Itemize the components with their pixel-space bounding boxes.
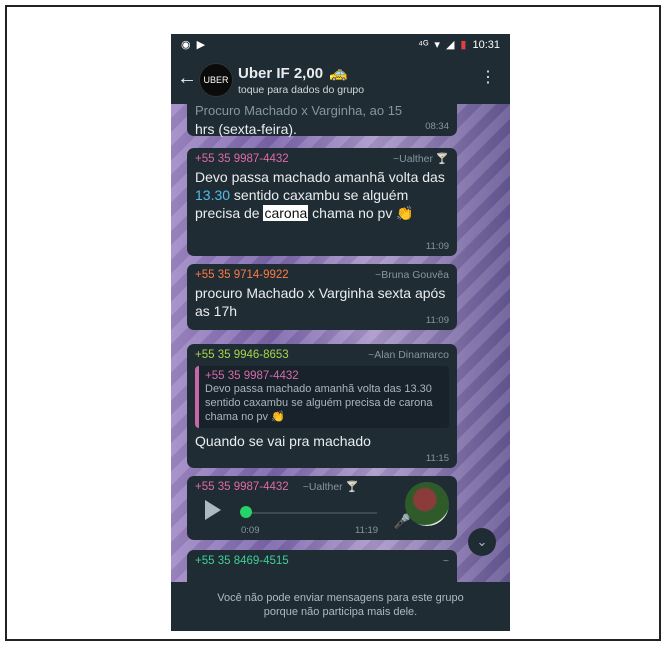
message-bubble[interactable]: +55 35 9987-4432 ~Ualther 🍸 Devo passa m… — [187, 148, 457, 256]
message-bubble[interactable]: +55 35 8469-4515 ~ — [187, 550, 457, 582]
notice-line-1: Você não pode enviar mensagens para este… — [217, 592, 464, 604]
taxi-emoji-icon: 🚕 — [329, 65, 348, 82]
text-part: Devo passa machado amanhã volta das — [195, 169, 445, 185]
chat-title[interactable]: Uber IF 2,00 🚕 — [238, 64, 348, 83]
message-sender[interactable]: +55 35 9987-4432 — [195, 480, 289, 494]
message-sender-row: +55 35 9714-9922 ~Bruna Gouvêa — [195, 268, 449, 282]
chat-area[interactable]: Procuro Machado x Varginha, ao 15 hrs (s… — [171, 104, 510, 582]
message-alias: ~Ualther 🍸 — [303, 480, 359, 494]
chat-subtitle[interactable]: toque para dados do grupo — [238, 84, 364, 96]
video-icon: ▶ — [196, 39, 206, 51]
wifi-icon: ▾ — [434, 39, 440, 51]
message-alias: ~Alan Dinamarco — [368, 349, 449, 361]
phone-screen: ◉ ▶ ⁴ᴳ ▾ ◢ ▮ 10:31 ← UBER Uber IF 2,00 🚕… — [171, 34, 510, 631]
audio-duration: 0:09 — [241, 525, 260, 536]
message-sender[interactable]: +55 35 9714-9922 — [195, 268, 289, 282]
play-icon[interactable] — [205, 500, 221, 520]
notice-line-2: porque não participa mais dele. — [263, 606, 418, 618]
signal-4g-icon: ⁴ᴳ — [418, 38, 429, 51]
message-text-top: Procuro Machado x Varginha, ao 15 — [195, 104, 403, 118]
avatar-text: UBER — [203, 75, 229, 85]
alias-text: ~Ualther — [393, 153, 433, 165]
message-sender-row: +55 35 8469-4515 ~ — [195, 554, 449, 568]
message-time: 11:15 — [425, 453, 449, 464]
message-sender[interactable]: +55 35 9946-8653 — [195, 348, 289, 362]
message-sender[interactable]: +55 35 8469-4515 — [195, 554, 289, 568]
message-text-body: hrs (sexta-feira). — [195, 121, 297, 137]
message-time: 11:09 — [425, 241, 449, 252]
message-alias: ~ — [442, 555, 449, 567]
back-arrow-icon[interactable]: ← — [177, 68, 197, 88]
message-time: 08:34 — [425, 121, 449, 132]
text-part: chama no pv — [308, 205, 397, 221]
voice-message-bubble[interactable]: +55 35 9987-4432 ~Ualther 🍸 0:09 11:19 🎤 — [187, 476, 457, 540]
message-sender[interactable]: +55 35 9987-4432 — [195, 152, 289, 166]
scroll-down-icon[interactable]: ⌄ — [468, 528, 496, 556]
message-sender-row: +55 35 9987-4432 ~Ualther 🍸 — [195, 152, 449, 166]
cell-signal-icon: ◢ — [445, 39, 455, 51]
message-bubble[interactable]: +55 35 9946-8653 ~Alan Dinamarco +55 35 … — [187, 344, 457, 468]
read-only-notice: Você não pode enviar mensagens para este… — [171, 582, 510, 631]
more-options-icon[interactable]: ⋮ — [480, 70, 496, 86]
notification-icon: ◉ — [181, 39, 191, 51]
alias-text: ~Ualther — [302, 481, 343, 493]
audio-progress-track[interactable] — [247, 512, 377, 514]
message-text: procuro Machado x Varginha sexta após as… — [195, 285, 446, 319]
battery-icon: ▮ — [460, 39, 467, 51]
chat-header[interactable]: ← UBER Uber IF 2,00 🚕 toque para dados d… — [171, 56, 510, 104]
chat-title-text: Uber IF 2,00 — [238, 64, 324, 82]
quoted-text: Devo passa machado amanhã volta das 13.3… — [205, 383, 433, 423]
message-text: Devo passa machado amanhã volta das 13.3… — [195, 168, 449, 222]
message-sender-row: +55 35 9946-8653 ~Alan Dinamarco — [195, 348, 449, 362]
group-avatar[interactable]: UBER — [199, 63, 233, 97]
audio-progress-knob[interactable] — [240, 506, 252, 518]
cocktail-emoji-icon: 🍸 — [435, 153, 449, 165]
message-text: Procuro Machado x Varginha, ao 15 hrs (s… — [195, 104, 449, 138]
clap-emoji-icon: 👏 — [396, 205, 414, 221]
highlighted-word[interactable]: carona — [263, 205, 309, 221]
message-text: Quando se vai pra machado — [195, 433, 371, 449]
sender-profile-picture[interactable] — [405, 482, 449, 526]
message-bubble[interactable]: Procuro Machado x Varginha, ao 15 hrs (s… — [187, 104, 457, 138]
quoted-sender: +55 35 9987-4432 — [205, 370, 299, 382]
status-time: 10:31 — [472, 38, 500, 51]
message-time: 11:19 — [355, 525, 379, 536]
message-bubble[interactable]: +55 35 9714-9922 ~Bruna Gouvêa procuro M… — [187, 264, 457, 330]
message-time: 11:09 — [425, 315, 449, 326]
status-bar: ◉ ▶ ⁴ᴳ ▾ ◢ ▮ 10:31 — [171, 34, 510, 56]
time-link[interactable]: 13.30 — [195, 187, 230, 203]
cocktail-emoji-icon: 🍸 — [345, 481, 359, 493]
message-alias: ~Bruna Gouvêa — [375, 269, 449, 281]
message-alias: ~Ualther 🍸 — [393, 152, 449, 166]
quoted-message[interactable]: +55 35 9987-4432 Devo passa machado aman… — [195, 366, 449, 428]
